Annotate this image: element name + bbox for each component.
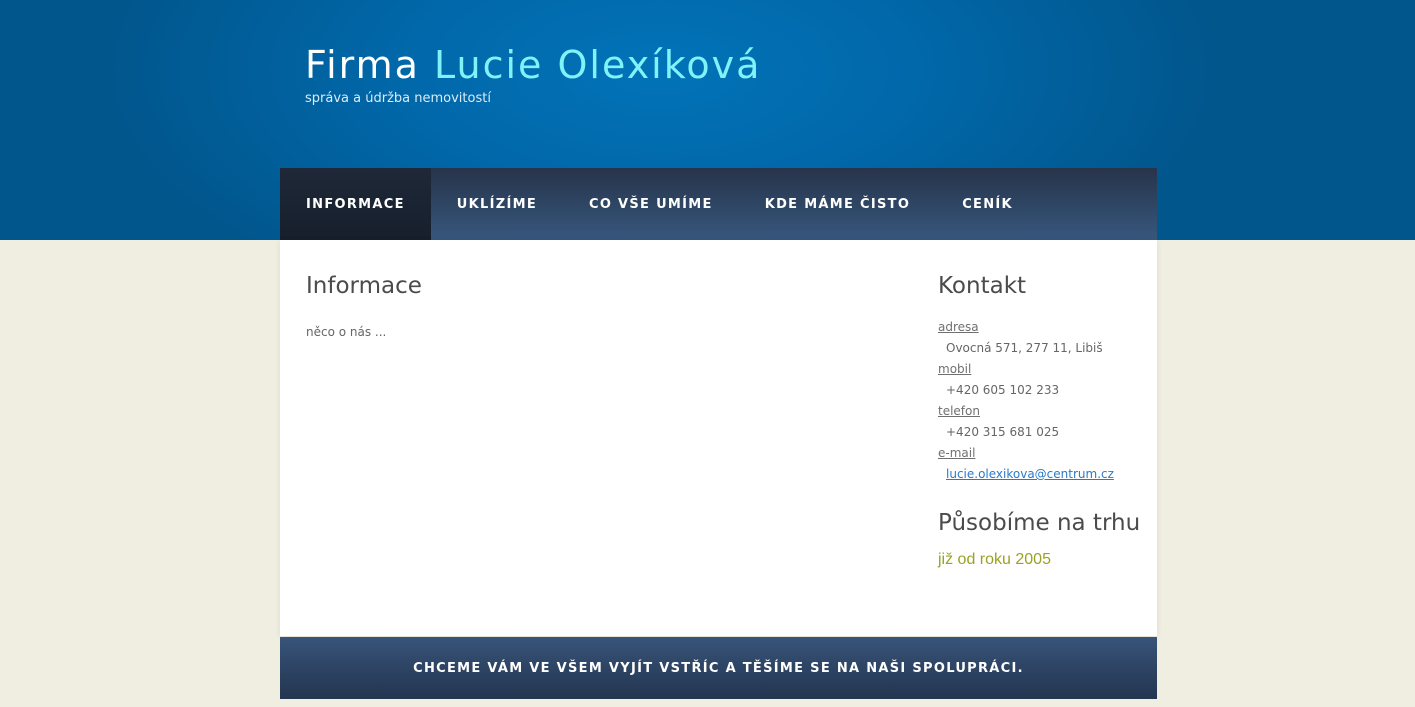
site-title-prefix: Firma	[305, 43, 420, 87]
site-title-name: Lucie Olexíková	[434, 43, 762, 87]
contact-list: adresa Ovocná 571, 277 11, Libiš mobil +…	[938, 317, 1148, 485]
nav-item-cenik[interactable]: Ceník	[936, 168, 1039, 240]
contact-value-email: lucie.olexikova@centrum.cz	[938, 464, 1148, 485]
nav-item-co-vse-umime[interactable]: Co vše umíme	[563, 168, 739, 240]
page-title: Informace	[306, 273, 422, 299]
contact-value-mobile: +420 605 102 233	[946, 383, 1060, 397]
contact-heading: Kontakt	[938, 273, 1027, 299]
main-text: něco o nás ...	[306, 325, 387, 339]
contact-value-address: Ovocná 571, 277 11, Libiš	[946, 341, 1103, 355]
market-heading: Působíme na trhu	[938, 510, 1141, 536]
contact-label-address: adresa	[938, 320, 979, 334]
contact-label-email: e-mail	[938, 446, 976, 460]
footer-text: Chceme vám ve všem vyjít vstříc a těšíme…	[413, 660, 1024, 676]
site-title[interactable]: Firma Lucie Olexíková	[305, 40, 761, 90]
contact-label-mobile: mobil	[938, 362, 972, 376]
contact-label-phone: telefon	[938, 404, 980, 418]
nav-item-kde-mame-cisto[interactable]: Kde máme čisto	[739, 168, 936, 240]
site-footer: Chceme vám ve všem vyjít vstříc a těšíme…	[280, 637, 1157, 699]
email-link[interactable]: lucie.olexikova@centrum.cz	[946, 467, 1114, 481]
contact-value-phone: +420 315 681 025	[946, 425, 1060, 439]
market-text: již od roku 2005	[938, 551, 1051, 568]
nav-item-informace[interactable]: Informace	[280, 168, 431, 240]
page: Firma Lucie Olexíková správa a údržba ne…	[0, 0, 1415, 707]
main-navigation: Informace Uklízíme Co vše umíme Kde máme…	[280, 168, 1157, 240]
content-area: Informace něco o nás ... Kontakt adresa …	[280, 240, 1157, 636]
nav-item-uklizime[interactable]: Uklízíme	[431, 168, 563, 240]
site-tagline: správa a údržba nemovitostí	[305, 91, 491, 106]
sidebar: Kontakt adresa Ovocná 571, 277 11, Libiš…	[938, 273, 1148, 569]
